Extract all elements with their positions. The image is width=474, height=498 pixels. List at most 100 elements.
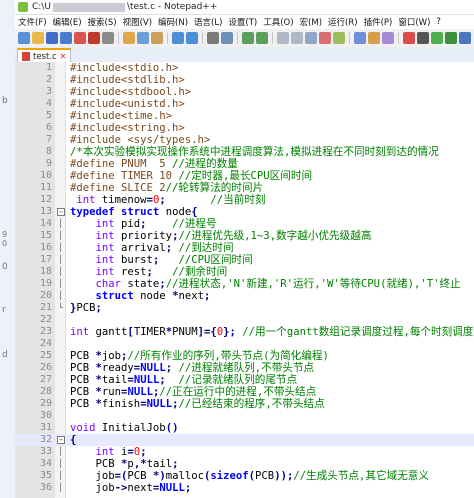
code-token: ,*: [133, 458, 147, 470]
open-file-icon[interactable]: [32, 32, 44, 44]
menu-macro[interactable]: 宏(M): [297, 16, 325, 28]
record-macro-icon[interactable]: [403, 32, 415, 44]
code-line[interactable]: 11 #define SLICE 2//轮转算法的时间片: [15, 182, 474, 194]
close-tab-icon[interactable]: ✕: [60, 52, 67, 61]
menu-search[interactable]: 搜索(S): [85, 16, 120, 28]
line-number: 21: [39, 302, 52, 313]
menu-run[interactable]: 运行(R): [325, 16, 361, 28]
code-line[interactable]: 1 #include<stdio.h>: [15, 62, 474, 74]
copy-icon[interactable]: [137, 32, 149, 44]
sync-scroll-h-icon[interactable]: [291, 32, 303, 44]
code-line[interactable]: 18 │ int rest; //剩余时间: [15, 266, 474, 278]
run-macro-multiple-icon[interactable]: [445, 32, 457, 44]
save-all-icon[interactable]: [60, 32, 72, 44]
find-icon[interactable]: [207, 32, 219, 44]
code-line[interactable]: 12 int timenow=0; //当前时刻: [15, 194, 474, 206]
menu-file[interactable]: 文件(F): [15, 16, 50, 28]
code-line[interactable]: 30: [15, 410, 474, 422]
code-editor[interactable]: 1 #include<stdio.h> 2 #include<stdlib.h> 3 #i…: [15, 62, 474, 498]
redo-icon[interactable]: [186, 32, 198, 44]
code-line[interactable]: 16 │ int arrival; //到达时间: [15, 242, 474, 254]
menu-language[interactable]: 语言(L): [191, 16, 225, 28]
code-token: job: [70, 470, 115, 482]
toolbar-separator: [202, 32, 203, 44]
menu-help[interactable]: ?: [433, 17, 444, 27]
code-token: sizeof: [210, 470, 249, 482]
zoom-out-icon[interactable]: [256, 32, 268, 44]
doc-map-icon[interactable]: [354, 32, 366, 44]
code-line[interactable]: 20 │ struct node *next;: [15, 290, 474, 302]
code-token: malloc: [165, 470, 204, 482]
save-icon[interactable]: [46, 32, 58, 44]
toolbar-separator: [349, 32, 350, 44]
new-file-icon[interactable]: [18, 32, 30, 44]
code-line[interactable]: 24: [15, 338, 474, 350]
code-line[interactable]: 2 #include<stdlib.h>: [15, 74, 474, 86]
fold-line-icon: │: [58, 459, 63, 468]
code-line[interactable]: 9 #define PNUM 5 //进程的数量: [15, 158, 474, 170]
word-wrap-icon[interactable]: [305, 32, 317, 44]
code-line[interactable]: 3 #include<stdbool.h>: [15, 86, 474, 98]
save-macro-icon[interactable]: [459, 32, 471, 44]
cut-icon[interactable]: [123, 32, 135, 44]
menu-encoding[interactable]: 编码(N): [155, 16, 191, 28]
folder-workspace-icon[interactable]: [382, 32, 394, 44]
menu-plugins[interactable]: 插件(P): [361, 16, 396, 28]
fold-toggle-icon[interactable]: −: [57, 436, 65, 444]
code-line[interactable]: 19 │ char state;//进程状态,'N'新建,'R'运行,'W'等待C…: [15, 278, 474, 290]
stop-macro-icon[interactable]: [417, 32, 429, 44]
menu-view[interactable]: 视图(V): [120, 16, 155, 28]
code-line[interactable]: 7 #include <sys/types.h>: [15, 134, 474, 146]
code-line[interactable]: 33 │ int i=0;: [15, 446, 474, 458]
show-all-chars-icon[interactable]: [319, 32, 331, 44]
menu-edit[interactable]: 编辑(E): [50, 16, 85, 28]
tab-test-c[interactable]: test.c ✕: [17, 48, 72, 63]
code-line[interactable]: 6 #include<string.h>: [15, 122, 474, 134]
indent-guide-icon[interactable]: [333, 32, 345, 44]
code-line[interactable]: 5 #include<time.h>: [15, 110, 474, 122]
menu-tools[interactable]: 工具(O): [260, 16, 296, 28]
code-line[interactable]: 10 #define TIMER 10 //定时器,最长CPU区间时间: [15, 170, 474, 182]
code-line[interactable]: 35 │ job=(PCB *)malloc(sizeof(PCB));//生成头…: [15, 470, 474, 482]
code-line[interactable]: 23 int gantt[TIMER*PNUM]={0}; //用一个gantt数…: [15, 326, 474, 338]
paste-icon[interactable]: [151, 32, 163, 44]
code-line[interactable]: 28 PCB *run=NULL;//正在运行中的进程,不带头结点: [15, 386, 474, 398]
code-line[interactable]: 13− typedef struct node{: [15, 206, 474, 218]
fold-toggle-icon[interactable]: −: [57, 208, 65, 216]
code-line[interactable]: 34 │ PCB *p,*tail;: [15, 458, 474, 470]
title-path-suffix: \test.c - Notepad++: [126, 2, 218, 12]
code-text: PCB *tail=NULL; //记录就绪队列的尾节点: [70, 374, 297, 386]
code-line[interactable]: 4 #include<unistd.h>: [15, 98, 474, 110]
code-line[interactable]: 14 │ int pid; //进程号: [15, 218, 474, 230]
code-line[interactable]: 8 /*本次实验模拟实现操作系统中进程调度算法,模拟进程在不同时刻到达的情况: [15, 146, 474, 158]
code-token: next: [178, 290, 204, 302]
print-icon[interactable]: [102, 32, 114, 44]
code-line[interactable]: 26 PCB *ready=NULL; //进程就绪队列,不带头节点: [15, 362, 474, 374]
menu-settings[interactable]: 设置(T): [225, 16, 260, 28]
code-line[interactable]: 31 void InitialJob(): [15, 422, 474, 434]
close-all-icon[interactable]: [88, 32, 100, 44]
code-line[interactable]: 15 │ int priority;//进程优先级,1~3,数字越小优先级越高: [15, 230, 474, 242]
strip-mark: b: [2, 96, 8, 106]
code-line[interactable]: 17 │ int burst; //CPU区间时间: [15, 254, 474, 266]
line-number: 19: [39, 278, 52, 289]
replace-icon[interactable]: [221, 32, 233, 44]
zoom-in-icon[interactable]: [242, 32, 254, 44]
strip-mark: r: [2, 305, 6, 315]
menu-window[interactable]: 窗口(W): [395, 16, 433, 28]
sync-scroll-v-icon[interactable]: [277, 32, 289, 44]
code-line[interactable]: 29 PCB *finish=NULL;//已经结束的程序,不带头结点: [15, 398, 474, 410]
code-token: int: [95, 266, 115, 278]
code-text: #define TIMER 10 //定时器,最长CPU区间时间: [70, 170, 312, 182]
code-line[interactable]: 25 PCB *job;//所有作业的序列,带头节点(为简化编程): [15, 350, 474, 362]
code-line[interactable]: 21 └}PCB;: [15, 302, 474, 314]
function-list-icon[interactable]: [368, 32, 380, 44]
close-file-icon[interactable]: [74, 32, 86, 44]
code-token: #define PNUM 5: [70, 158, 173, 170]
code-line[interactable]: 32−{: [15, 434, 474, 446]
code-line[interactable]: 36 │ job->next=NULL;: [15, 482, 474, 494]
play-macro-icon[interactable]: [431, 32, 443, 44]
code-line[interactable]: 22: [15, 314, 474, 326]
code-line[interactable]: 27 PCB *tail=NULL; //记录就绪队列的尾节点: [15, 374, 474, 386]
undo-icon[interactable]: [172, 32, 184, 44]
